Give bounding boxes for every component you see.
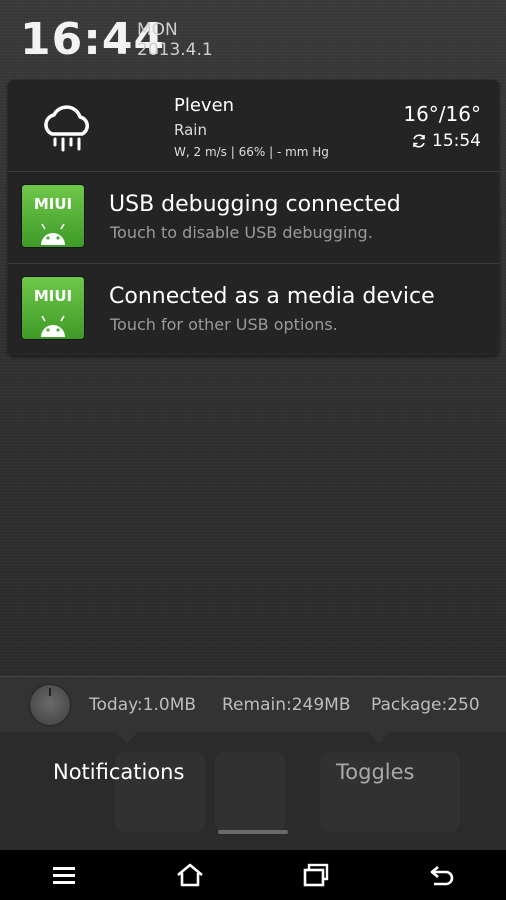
notification-subtitle: Touch for other USB options. (110, 315, 338, 334)
notification-media-device[interactable]: MIUI Connected as a media device Touch f… (8, 264, 499, 356)
miui-logo-text: MIUI (33, 287, 73, 305)
menu-button[interactable] (50, 863, 78, 887)
notification-title: USB debugging connected (109, 192, 401, 217)
tab-notifications[interactable]: Notifications (53, 760, 184, 784)
home-button[interactable] (174, 863, 206, 887)
shade-tabs: Notifications Toggles (0, 732, 506, 850)
notification-title: Connected as a media device (109, 284, 435, 309)
weather-updated: 15:54 (411, 131, 481, 151)
traffic-remain: Remain:249MB (222, 695, 351, 715)
android-icon (41, 223, 65, 245)
navigation-bar (0, 850, 506, 900)
tab-pointer-toggles (368, 732, 390, 744)
home-icon (177, 863, 203, 887)
traffic-package: Package:250 (371, 695, 480, 715)
refresh-icon[interactable] (411, 133, 427, 149)
notification-subtitle: Touch to disable USB debugging. (110, 223, 373, 242)
shade-drag-handle[interactable] (218, 830, 288, 834)
traffic-today: Today:1.0MB (89, 695, 197, 715)
miui-logo-text: MIUI (33, 195, 73, 213)
weather-temperature: 16°/16° (403, 102, 481, 126)
date-label: 2013.4.1 (137, 40, 213, 60)
miui-app-icon: MIUI (22, 185, 84, 247)
weather-details: W, 2 m/s | 66% | - mm Hg (174, 145, 329, 159)
notification-panel: Pleven Rain W, 2 m/s | 66% | - mm Hg 16°… (8, 80, 499, 356)
weather-updated-time: 15:54 (432, 131, 481, 151)
weather-condition: Rain (174, 121, 207, 139)
day-date: MON 2013.4.1 (137, 20, 213, 60)
miui-app-icon: MIUI (22, 277, 84, 339)
tab-pointer-notifications (116, 732, 138, 744)
tab-toggles[interactable]: Toggles (336, 760, 414, 784)
android-icon (41, 315, 65, 337)
recent-apps-button[interactable] (302, 863, 330, 887)
back-button[interactable] (428, 863, 456, 887)
rain-cloud-icon (44, 105, 89, 152)
day-label: MON (137, 20, 178, 40)
back-icon (430, 866, 454, 886)
weather-city: Pleven (174, 95, 235, 116)
recent-apps-icon (303, 863, 329, 887)
background-app-shadow (215, 752, 285, 832)
weather-widget[interactable]: Pleven Rain W, 2 m/s | 66% | - mm Hg 16°… (8, 80, 499, 172)
notification-usb-debugging[interactable]: MIUI USB debugging connected Touch to di… (8, 172, 499, 264)
traffic-gauge-icon (30, 685, 70, 725)
menu-icon (53, 867, 75, 884)
data-traffic-bar: Today:1.0MB Remain:249MB Package:250 (0, 676, 506, 732)
